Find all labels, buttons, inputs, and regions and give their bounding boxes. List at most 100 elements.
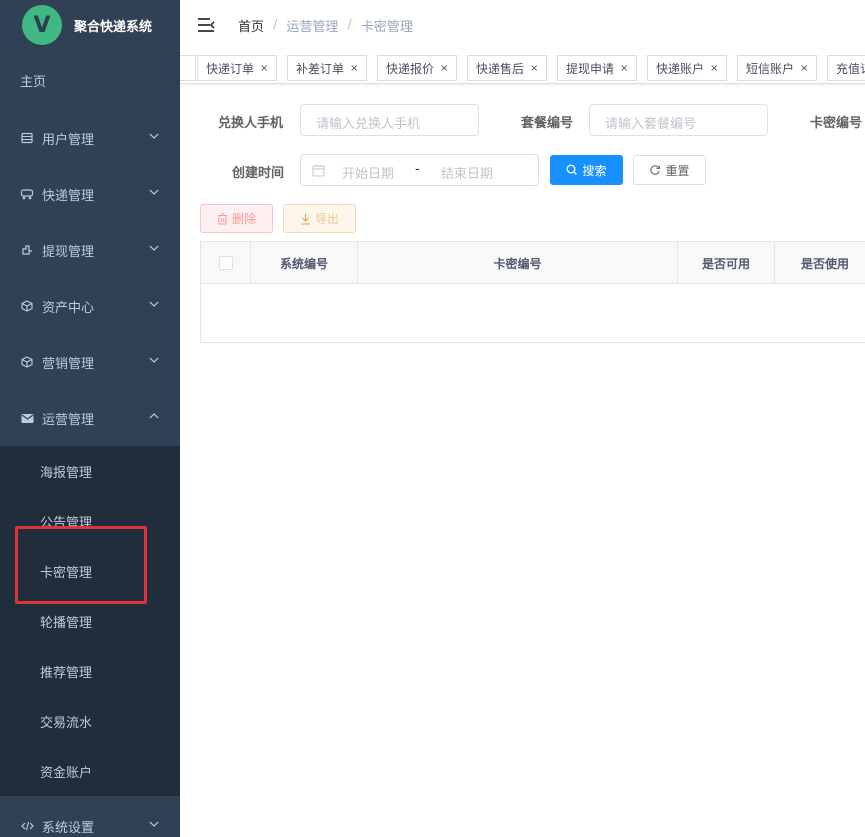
tag-label: 短信账户 (746, 61, 795, 76)
tag-express-account[interactable]: 快递账户 × (647, 55, 728, 81)
chevron-up-icon (149, 413, 159, 419)
column-header-card-key-id[interactable]: 卡密编号 (358, 242, 678, 284)
reset-button-label: 重置 (665, 163, 690, 178)
sidebar-item-operations[interactable]: 运营管理 (0, 390, 180, 446)
refresh-icon (650, 165, 661, 175)
operations-submenu: 海报管理 公告管理 卡密管理 轮播管理 推荐管理 交易流水 资金账户 (0, 446, 180, 796)
tag-recharge[interactable]: 充值订单 (827, 55, 865, 81)
close-icon[interactable]: × (620, 63, 628, 74)
tag-label: 提现申请 (566, 61, 615, 76)
delete-button-label: 删除 (231, 212, 256, 226)
package-input[interactable]: 请输入套餐编号 (589, 104, 768, 136)
card-key-label: 卡密编号 (810, 116, 863, 131)
tag-express-orders[interactable]: 快递订单 × (197, 55, 278, 81)
sidebar-item-label: 用户管理 (42, 132, 95, 148)
phone-label: 兑换人手机 (218, 116, 284, 131)
tag-withdraw-request[interactable]: 提现申请 × (557, 55, 638, 81)
close-icon[interactable]: × (350, 63, 358, 74)
export-button-label: 导出 (314, 212, 339, 226)
chevron-down-icon (149, 357, 159, 363)
search-button[interactable]: 搜索 (550, 155, 623, 185)
sidebar-item-label: 快递管理 (42, 188, 95, 204)
code-icon (20, 819, 34, 833)
package-label: 套餐编号 (521, 116, 574, 131)
close-icon[interactable]: × (260, 63, 268, 74)
tags-view: 快递订单 × 补差订单 × 快递报价 × 快递售后 × 提现申请 × 快递账户 × 短信账户… (180, 50, 865, 84)
submenu-item-fund-account[interactable]: 资金账户 (0, 746, 180, 796)
breadcrumb-separator: / (347, 17, 352, 33)
chevron-down-icon (149, 301, 159, 307)
sidebar-item-withdraw[interactable]: 提现管理 (0, 222, 180, 278)
sidebar-item-users[interactable]: 用户管理 (0, 110, 180, 166)
select-all-cell (201, 242, 251, 284)
submenu-item-card-key[interactable]: 卡密管理 (0, 546, 180, 596)
sidebar-item-label: 营销管理 (42, 356, 95, 372)
withdraw-icon (20, 243, 34, 257)
reset-button[interactable]: 重置 (633, 155, 706, 185)
export-button[interactable]: 导出 (283, 204, 356, 233)
sidebar-item-label: 资产中心 (42, 300, 95, 316)
calendar-icon (312, 165, 325, 177)
tag-partial[interactable] (180, 55, 196, 81)
select-all-checkbox[interactable] (218, 256, 233, 270)
date-range-picker[interactable]: 开始日期 - 结束日期 (300, 154, 539, 186)
column-header-system-id[interactable]: 系统编号 (251, 242, 358, 284)
close-icon[interactable]: × (710, 63, 718, 74)
tag-label: 充值订单 (836, 61, 865, 76)
start-date-placeholder[interactable]: 开始日期 (342, 163, 394, 182)
submenu-item-notice[interactable]: 公告管理 (0, 496, 180, 546)
cube-icon (20, 355, 34, 369)
breadcrumb-separator: / (273, 17, 278, 33)
table-body-empty (201, 284, 865, 342)
submenu-item-poster[interactable]: 海报管理 (0, 446, 180, 496)
sidebar-item-label: 提现管理 (42, 244, 95, 260)
sidebar-item-marketing[interactable]: 营销管理 (0, 334, 180, 390)
sidebar-item-label: 主页 (20, 74, 47, 90)
hamburger-icon[interactable] (196, 15, 216, 35)
column-header-used[interactable]: 是否使用 (775, 242, 865, 284)
submenu-item-recommend[interactable]: 推荐管理 (0, 646, 180, 696)
tag-label: 快递订单 (206, 61, 255, 76)
chevron-down-icon (149, 133, 159, 139)
range-separator: - (415, 162, 420, 177)
tag-express-quote[interactable]: 快递报价 × (377, 55, 458, 81)
cube-icon (20, 299, 34, 313)
breadcrumb-current: 卡密管理 (360, 19, 413, 35)
tag-sms-account[interactable]: 短信账户 × (737, 55, 818, 81)
download-icon (300, 213, 310, 224)
sidebar-item-system[interactable]: 系统设置 (0, 796, 180, 837)
create-time-label: 创建时间 (232, 166, 285, 181)
breadcrumb: 首页 / 运营管理 / 卡密管理 (238, 16, 413, 35)
close-icon[interactable]: × (800, 63, 808, 74)
tag-label: 快递报价 (386, 61, 435, 76)
chevron-down-icon (149, 821, 159, 827)
sidebar-item-label: 运营管理 (42, 412, 95, 428)
card-key-table: 系统编号 卡密编号 是否可用 是否使用 (200, 241, 865, 343)
submenu-item-transactions[interactable]: 交易流水 (0, 696, 180, 746)
phone-input[interactable]: 请输入兑换人手机 (300, 104, 479, 136)
end-date-placeholder[interactable]: 结束日期 (441, 163, 493, 182)
tag-label: 快递账户 (656, 61, 705, 76)
tag-supplement-orders[interactable]: 补差订单 × (287, 55, 368, 81)
logo[interactable]: V 聚合快递系统 (0, 0, 180, 50)
table-header: 系统编号 卡密编号 是否可用 是否使用 (201, 242, 865, 284)
delete-button[interactable]: 删除 (200, 204, 273, 233)
sidebar-item-express[interactable]: 快递管理 (0, 166, 180, 222)
app-title: 聚合快递系统 (74, 19, 153, 35)
column-header-available[interactable]: 是否可用 (678, 242, 775, 284)
sidebar-item-assets[interactable]: 资产中心 (0, 278, 180, 334)
submenu-item-carousel[interactable]: 轮播管理 (0, 596, 180, 646)
breadcrumb-operations: 运营管理 (286, 19, 339, 35)
package-placeholder: 请输入套餐编号 (605, 117, 697, 132)
tag-after-sales[interactable]: 快递售后 × (467, 55, 548, 81)
sidebar-item-home[interactable]: 主页 (0, 50, 180, 110)
table-icon (20, 131, 34, 145)
chevron-down-icon (149, 245, 159, 251)
breadcrumb-home[interactable]: 首页 (238, 16, 264, 35)
truck-icon (20, 187, 34, 201)
tag-label: 补差订单 (296, 61, 345, 76)
sidebar: V 聚合快递系统 主页 用户管理 快递管理 提现管理 资产中心 营销管理 运营管… (0, 0, 180, 837)
close-icon[interactable]: × (530, 63, 538, 74)
trash-icon (217, 212, 227, 224)
close-icon[interactable]: × (440, 63, 448, 74)
